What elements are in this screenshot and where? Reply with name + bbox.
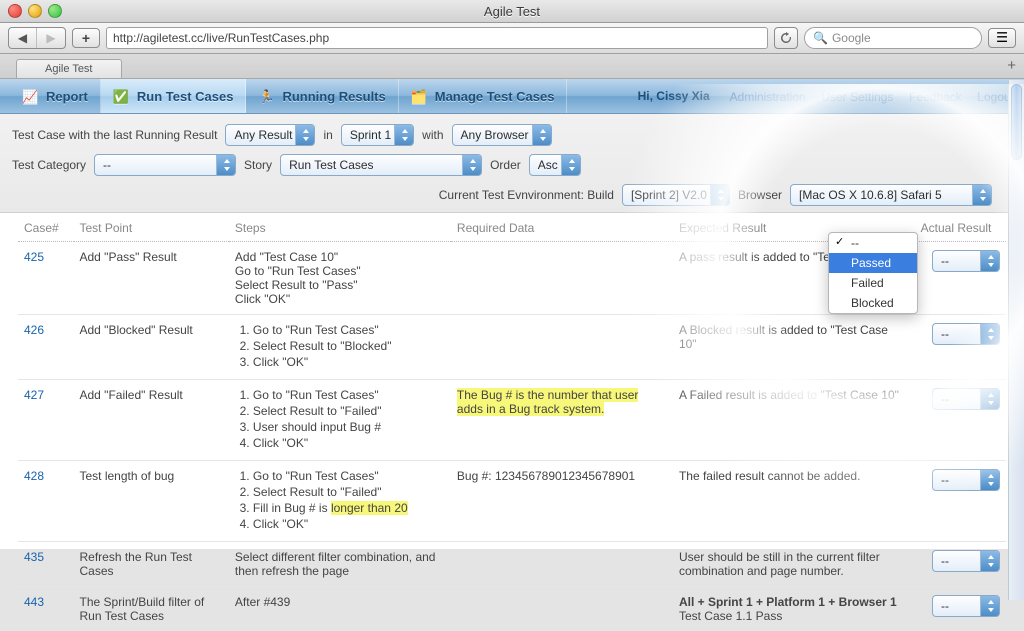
cell-steps: After #439 xyxy=(229,587,451,631)
check-icon: ✅ xyxy=(113,89,131,103)
actual-result-dropdown[interactable]: -- Passed Failed Blocked xyxy=(828,232,918,314)
vertical-scrollbar[interactable] xyxy=(1008,80,1024,600)
dropdown-option-blocked[interactable]: Blocked xyxy=(829,293,917,313)
cell-point: Refresh the Run Test Cases xyxy=(74,542,229,587)
cell-data xyxy=(451,242,673,315)
nav-report[interactable]: 📈Report xyxy=(10,79,101,113)
cell-steps: Go to "Run Test Cases"Select Result to "… xyxy=(229,380,451,461)
cell-data xyxy=(451,587,673,631)
label-browser: Browser xyxy=(738,188,782,202)
col-case: Case# xyxy=(18,213,74,242)
search-field[interactable]: 🔍 Google xyxy=(804,27,982,49)
cell-point: Add "Pass" Result xyxy=(74,242,229,315)
select-browser-any[interactable]: Any Browser xyxy=(452,124,552,146)
cell-expected: User should be still in the current filt… xyxy=(673,542,906,587)
link-feedback[interactable]: Feedback xyxy=(909,90,962,104)
cell-expected: All + Sprint 1 + Platform 1 + Browser 1 … xyxy=(673,587,906,631)
report-icon: 📈 xyxy=(22,89,40,103)
select-env-browser[interactable]: [Mac OS X 10.6.8] Safari 5 xyxy=(790,184,992,206)
app-navbar: 📈Report ✅Run Test Cases 🏃Running Results… xyxy=(0,79,1024,114)
select-order[interactable]: Asc xyxy=(529,154,581,176)
case-link[interactable]: 427 xyxy=(18,380,74,461)
select-sprint[interactable]: Sprint 1 xyxy=(341,124,414,146)
select-actual-result[interactable]: -- xyxy=(932,388,1000,410)
cell-point: The Sprint/Build filter of Run Test Case… xyxy=(74,587,229,631)
address-bar-text: http://agiletest.cc/live/RunTestCases.ph… xyxy=(113,31,329,45)
back-button[interactable]: ◀ xyxy=(9,28,37,48)
cell-data xyxy=(451,542,673,587)
cell-point: Add "Failed" Result xyxy=(74,380,229,461)
user-greeting: Hi, Cissy Xia xyxy=(638,89,718,103)
case-link[interactable]: 425 xyxy=(18,242,74,315)
select-actual-result[interactable]: -- xyxy=(932,595,1000,617)
col-actual: Actual Result xyxy=(906,213,1006,242)
col-data: Required Data xyxy=(451,213,673,242)
table-row: 426 Add "Blocked" Result Go to "Run Test… xyxy=(18,315,1006,380)
nav-running-results[interactable]: 🏃Running Results xyxy=(246,79,398,113)
window-title: Agile Test xyxy=(0,4,1024,19)
case-link[interactable]: 428 xyxy=(18,461,74,542)
label-test-category: Test Category xyxy=(12,158,86,172)
cell-point: Add "Blocked" Result xyxy=(74,315,229,380)
cell-expected: A Failed result is added to "Test Case 1… xyxy=(673,380,906,461)
table-row: 435 Refresh the Run Test Cases Select di… xyxy=(18,542,1006,587)
table-row: 428 Test length of bug Go to "Run Test C… xyxy=(18,461,1006,542)
reload-button[interactable] xyxy=(774,27,798,49)
select-result[interactable]: Any Result xyxy=(225,124,315,146)
col-point: Test Point xyxy=(74,213,229,242)
link-administration[interactable]: Administration xyxy=(730,90,806,104)
select-actual-result[interactable]: -- xyxy=(932,550,1000,572)
browser-toolbar: ◀ ▶ + http://agiletest.cc/live/RunTestCa… xyxy=(0,23,1024,54)
label-story: Story xyxy=(244,158,272,172)
case-link[interactable]: 426 xyxy=(18,315,74,380)
browser-tab[interactable]: Agile Test xyxy=(16,59,122,78)
browser-tabbar: Agile Test + xyxy=(0,54,1024,79)
cell-expected: A Blocked result is added to "Test Case … xyxy=(673,315,906,380)
cell-data: The Bug # is the number that user adds i… xyxy=(451,380,673,461)
cell-point: Test length of bug xyxy=(74,461,229,542)
window-titlebar: Agile Test xyxy=(0,0,1024,23)
select-actual-result[interactable]: -- xyxy=(932,323,1000,345)
new-tab-button[interactable]: + xyxy=(1007,57,1016,74)
case-link[interactable]: 435 xyxy=(18,542,74,587)
search-icon: 🔍 xyxy=(813,31,828,45)
bookmarks-button[interactable]: ☰ xyxy=(988,28,1016,48)
label-order: Order xyxy=(490,158,521,172)
select-actual-result[interactable]: -- xyxy=(932,469,1000,491)
filter-panel: Test Case with the last Running Result A… xyxy=(0,114,1024,213)
cell-steps: Go to "Run Test Cases"Select Result to "… xyxy=(229,461,451,542)
address-bar[interactable]: http://agiletest.cc/live/RunTestCases.ph… xyxy=(106,27,768,49)
cell-steps: Go to "Run Test Cases"Select Result to "… xyxy=(229,315,451,380)
label-with: with xyxy=(422,128,443,142)
cell-steps: Select different filter combination, and… xyxy=(229,542,451,587)
cell-steps: Add "Test Case 10" Go to "Run Test Cases… xyxy=(229,242,451,315)
admin-links: Administration User Settings Feedback Lo… xyxy=(718,89,1014,104)
dropdown-option-failed[interactable]: Failed xyxy=(829,273,917,293)
select-category[interactable]: -- xyxy=(94,154,236,176)
cell-data: Bug #: 123456789012345678901 xyxy=(451,461,673,542)
add-bookmark-button[interactable]: + xyxy=(72,28,100,48)
case-link[interactable]: 443 xyxy=(18,587,74,631)
label-last-running-result: Test Case with the last Running Result xyxy=(12,128,217,142)
select-story[interactable]: Run Test Cases xyxy=(280,154,482,176)
label-env-build: Current Test Evnvironment: Build xyxy=(439,188,614,202)
nav-manage-test-cases[interactable]: 🗂️Manage Test Cases xyxy=(399,79,568,113)
dropdown-option-passed[interactable]: Passed xyxy=(829,253,917,273)
runner-icon: 🏃 xyxy=(258,89,276,103)
dropdown-option-none[interactable]: -- xyxy=(829,233,917,253)
scrollbar-thumb[interactable] xyxy=(1011,84,1022,160)
forward-button[interactable]: ▶ xyxy=(37,28,65,48)
select-actual-result[interactable]: -- xyxy=(932,250,1000,272)
table-row: 427 Add "Failed" Result Go to "Run Test … xyxy=(18,380,1006,461)
cell-data xyxy=(451,315,673,380)
grid-icon: 🗂️ xyxy=(411,89,429,103)
link-user-settings[interactable]: User Settings xyxy=(821,90,893,104)
col-steps: Steps xyxy=(229,213,451,242)
label-in: in xyxy=(323,128,332,142)
cell-expected: The failed result cannot be added. xyxy=(673,461,906,542)
select-build[interactable]: [Sprint 2] V2.0 xyxy=(622,184,730,206)
nav-run-test-cases[interactable]: ✅Run Test Cases xyxy=(101,79,247,113)
search-placeholder: Google xyxy=(832,31,871,45)
table-row: 443 The Sprint/Build filter of Run Test … xyxy=(18,587,1006,631)
